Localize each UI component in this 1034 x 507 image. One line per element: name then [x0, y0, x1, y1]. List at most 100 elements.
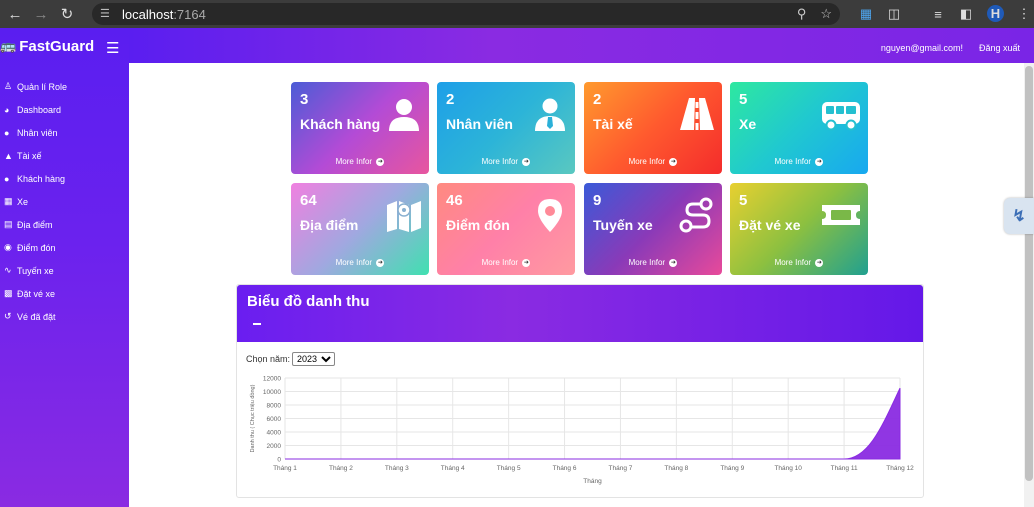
- x-tick-label: Tháng 4: [441, 465, 465, 472]
- x-tick-label: Tháng 5: [497, 465, 521, 472]
- zoom-icon[interactable]: ⚲: [797, 6, 807, 22]
- scrollbar-thumb[interactable]: [1025, 66, 1033, 481]
- forward-icon[interactable]: →: [30, 3, 52, 25]
- y-tick-label: 4000: [267, 430, 282, 437]
- sidebar-item-label: Quản lí Role: [17, 81, 68, 92]
- sidebar-item-role[interactable]: ♙ Quản lí Role: [0, 75, 129, 98]
- sidebar-item-dashboard[interactable]: ◕ Dashboard: [0, 98, 129, 121]
- card-count: 5: [739, 91, 748, 108]
- road-icon: [680, 98, 714, 130]
- x-tick-label: Tháng 2: [329, 465, 353, 472]
- collapse-icon[interactable]: [253, 323, 261, 325]
- floating-extension-button[interactable]: ↯: [1004, 198, 1034, 234]
- extensions-puzzle-icon[interactable]: ◫: [884, 4, 904, 24]
- sidebar-item-nhan-vien[interactable]: ● Nhân viên: [0, 121, 129, 144]
- y-tick-label: 10000: [263, 389, 281, 396]
- card-count: 3: [300, 91, 309, 108]
- browser-menu-icon[interactable]: ⋮: [1014, 4, 1034, 24]
- user-email[interactable]: nguyen@gmail.com!: [881, 43, 963, 53]
- card-label: Xe: [739, 116, 757, 132]
- revenue-panel: Biểu đồ danh thu Chọn năm: 2023 0 2000 400…: [236, 284, 924, 498]
- sidebar-item-khach-hang[interactable]: ● Khách hàng: [0, 167, 129, 190]
- arrow-circle-icon: ➜: [376, 258, 385, 267]
- user-tie-icon: [535, 98, 565, 131]
- card-xe: 5 Xe More Infor ➜: [730, 82, 868, 174]
- more-info-link[interactable]: More Infor ➜: [291, 157, 429, 166]
- arrow-circle-icon: ➜: [376, 157, 385, 166]
- y-axis-label: Danh thu ( Chục triệu đồng): [250, 384, 256, 452]
- more-info-link[interactable]: More Infor ➜: [437, 157, 575, 166]
- year-select[interactable]: 2023: [292, 352, 336, 366]
- more-info-link[interactable]: More Infor ➜: [730, 157, 868, 166]
- browser-toolbar: ← → ↻ ☰ localhost:7164 ⚲ ☆ ▦ ◫ ≡ ◧ H ⋮: [0, 0, 1034, 28]
- bookmark-star-icon[interactable]: ☆: [820, 6, 832, 22]
- sidebar-item-label: Khách hàng: [17, 173, 66, 184]
- card-dia-diem: 64 Địa điểm More Infor ➜: [291, 183, 429, 275]
- sidebar-item-tuyen-xe[interactable]: ∿ Tuyến xe: [0, 259, 129, 282]
- arrow-circle-icon: ➜: [815, 157, 824, 166]
- arrow-circle-icon: ➜: [669, 157, 678, 166]
- more-info-link[interactable]: More Infor ➜: [584, 157, 722, 166]
- dashboard-icon: ◕: [4, 104, 10, 115]
- card-count: 46: [446, 192, 463, 209]
- card-count: 2: [593, 91, 602, 108]
- card-khach-hang: 3 Khách hàng More Infor ➜: [291, 82, 429, 174]
- card-label: Đặt vé xe: [739, 217, 801, 233]
- user-icon: ●: [4, 173, 10, 184]
- card-label: Nhân viên: [446, 116, 513, 132]
- year-label: Chọn năm:: [246, 354, 291, 364]
- sidebar-item-label: Đặt vé xe: [17, 288, 56, 299]
- brand[interactable]: 🚌 FastGuard ☰: [0, 28, 129, 64]
- ticket-icon: ▩: [4, 288, 13, 298]
- more-info-link[interactable]: More Infor ➜: [584, 258, 722, 267]
- reading-list-icon[interactable]: ≡: [928, 4, 948, 24]
- site-settings-icon[interactable]: ☰: [100, 7, 114, 21]
- hamburger-menu-icon[interactable]: ☰: [106, 39, 119, 57]
- sidebar-item-label: Xe: [17, 196, 29, 207]
- more-info-link[interactable]: More Infor ➜: [437, 258, 575, 267]
- card-label: Tài xế: [593, 116, 633, 132]
- logout-link[interactable]: Đăng xuất: [979, 43, 1020, 53]
- side-panel-icon[interactable]: ◧: [956, 4, 976, 24]
- sidebar-item-diem-don[interactable]: ◉ Điểm đón: [0, 236, 129, 259]
- route-icon: ∿: [4, 265, 12, 275]
- sidebar-item-tai-xe[interactable]: ▲ Tài xế: [0, 144, 129, 167]
- map-icon: [387, 201, 421, 232]
- history-icon: ↺: [4, 311, 12, 321]
- y-tick-label: 0: [277, 457, 281, 464]
- card-count: 64: [300, 192, 317, 209]
- year-selector: Chọn năm: 2023: [246, 352, 336, 366]
- sidebar-item-xe[interactable]: ▦ Xe: [0, 190, 129, 213]
- back-icon[interactable]: ←: [4, 3, 26, 25]
- reload-icon[interactable]: ↻: [56, 3, 78, 25]
- x-tick-label: Tháng 7: [609, 465, 633, 472]
- sidebar-item-dia-diem[interactable]: ▤ Địa điểm: [0, 213, 129, 236]
- y-tick-label: 6000: [267, 416, 282, 423]
- more-info-link[interactable]: More Infor ➜: [291, 258, 429, 267]
- card-label: Địa điểm: [300, 217, 359, 233]
- panel-title: Biểu đồ danh thu: [247, 293, 370, 310]
- map-pin-icon: ◉: [4, 242, 12, 252]
- card-label: Tuyến xe: [593, 217, 653, 233]
- profile-avatar[interactable]: H: [987, 5, 1004, 22]
- sidebar-item-label: Vé đã đặt: [17, 311, 56, 322]
- x-tick-label: Tháng 11: [831, 465, 858, 472]
- map-icon: ▤: [4, 219, 13, 229]
- arrow-circle-icon: ➜: [522, 157, 531, 166]
- address-bar[interactable]: ☰ localhost:7164 ⚲ ☆: [92, 3, 840, 25]
- x-tick-label: Tháng 3: [385, 465, 409, 472]
- card-label: Khách hàng: [300, 116, 381, 132]
- users-cog-icon: ♙: [4, 81, 13, 91]
- card-dat-ve-xe: 5 Đặt vé xe More Infor ➜: [730, 183, 868, 275]
- user-icon: ●: [4, 127, 10, 138]
- sidebar-item-ve-da-dat[interactable]: ↺ Vé đã đặt: [0, 305, 129, 328]
- bus-icon: [822, 102, 860, 131]
- sidebar-item-dat-ve-xe[interactable]: ▩ Đặt vé xe: [0, 282, 129, 305]
- ticket-icon: [822, 205, 860, 225]
- user-icon: [389, 99, 419, 131]
- x-tick-label: Tháng 12: [886, 465, 914, 472]
- extension-drop-icon[interactable]: ▦: [856, 4, 876, 24]
- x-tick-label: Tháng 6: [553, 465, 577, 472]
- card-nhan-vien: 2 Nhân viên More Infor ➜: [437, 82, 575, 174]
- more-info-link[interactable]: More Infor ➜: [730, 258, 868, 267]
